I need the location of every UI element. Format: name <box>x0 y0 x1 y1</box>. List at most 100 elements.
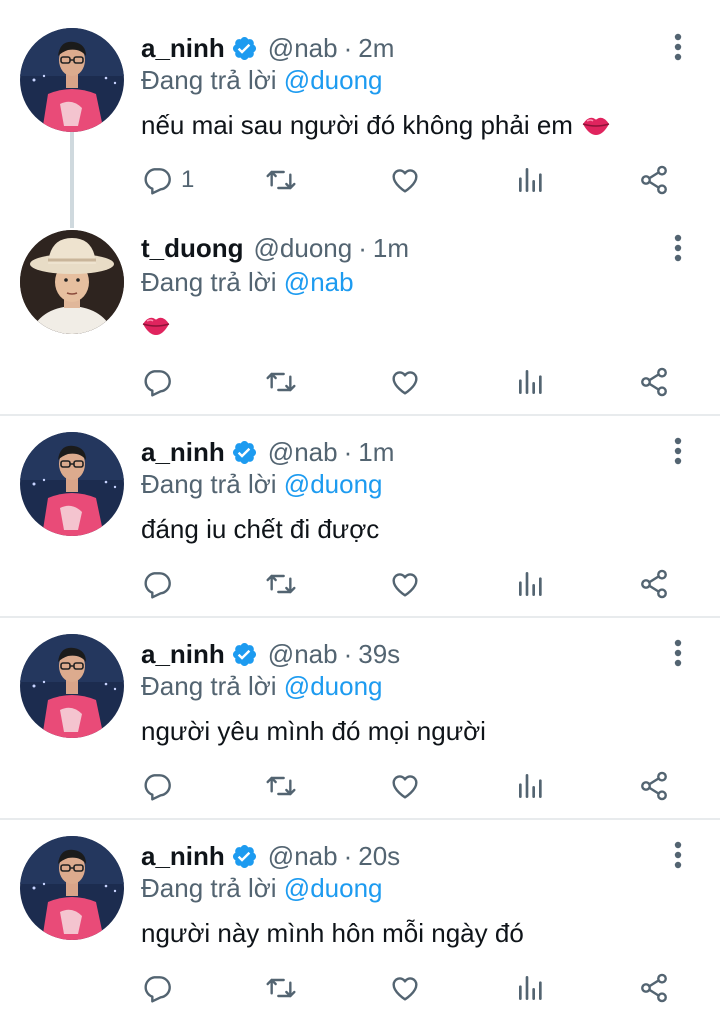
replying-to: Đang trả lời @duong <box>141 64 383 96</box>
share-button[interactable] <box>638 968 670 1008</box>
retweet-icon <box>265 366 297 398</box>
display-name[interactable]: a_ninh <box>141 639 225 670</box>
reply-icon <box>141 568 173 600</box>
verified-badge-icon <box>231 641 258 668</box>
timestamp[interactable]: 20s <box>358 841 400 872</box>
mention-link[interactable]: @duong <box>284 65 383 95</box>
mention-link[interactable]: @nab <box>284 267 354 297</box>
more-options-icon[interactable] <box>664 839 692 871</box>
retweet-button[interactable] <box>265 160 297 200</box>
tweet-1[interactable]: a_ninh @nab · 2m Đang trả lời @duong nếu… <box>0 0 720 212</box>
mention-link[interactable]: @duong <box>284 671 383 701</box>
replying-to: Đang trả lời @duong <box>141 872 383 904</box>
bar-chart-icon <box>515 568 547 600</box>
reply-button[interactable] <box>141 564 173 604</box>
share-icon <box>638 770 670 802</box>
handle[interactable]: @nab <box>268 437 338 468</box>
handle[interactable]: @nab <box>268 33 338 64</box>
reply-icon <box>141 366 173 398</box>
avatar[interactable] <box>20 432 124 536</box>
like-button[interactable] <box>389 362 421 402</box>
timestamp[interactable]: 1m <box>373 233 409 264</box>
more-options-icon[interactable] <box>664 31 692 63</box>
handle[interactable]: @duong <box>254 233 353 264</box>
share-icon <box>638 568 670 600</box>
tweet-header: a_ninh @nab · 1m <box>141 433 394 471</box>
share-icon <box>638 164 670 196</box>
more-options-icon[interactable] <box>664 232 692 264</box>
reply-button[interactable]: 1 <box>141 160 194 200</box>
replying-to: Đang trả lời @duong <box>141 468 383 500</box>
reply-button[interactable] <box>141 362 173 402</box>
reply-icon <box>141 164 173 196</box>
tweet-text-content: đáng iu chết đi được <box>141 514 380 544</box>
retweet-button[interactable] <box>265 362 297 402</box>
display-name[interactable]: a_ninh <box>141 437 225 468</box>
timestamp[interactable]: 1m <box>358 437 394 468</box>
tweet-5[interactable]: a_ninh @nab · 20s Đang trả lời @duong ng… <box>0 820 720 1016</box>
views-button[interactable] <box>515 362 547 402</box>
more-options-icon[interactable] <box>664 435 692 467</box>
tweet-text: đáng iu chết đi được <box>141 512 379 546</box>
retweet-icon <box>265 568 297 600</box>
heart-icon <box>389 568 421 600</box>
bar-chart-icon <box>515 972 547 1004</box>
separator-dot: · <box>343 32 353 63</box>
tweet-text: nếu mai sau người đó không phải em <box>141 108 611 142</box>
verified-badge-icon <box>231 439 258 466</box>
more-options-icon[interactable] <box>664 637 692 669</box>
verified-badge-icon <box>231 843 258 870</box>
like-button[interactable] <box>389 968 421 1008</box>
tweet-4[interactable]: a_ninh @nab · 39s Đang trả lời @duong ng… <box>0 618 720 818</box>
tweet-text <box>141 308 171 342</box>
mention-link[interactable]: @duong <box>284 873 383 903</box>
timestamp[interactable]: 2m <box>358 33 394 64</box>
replying-label: Đang trả lời <box>141 671 277 701</box>
tweet-header: a_ninh @nab · 39s <box>141 635 400 673</box>
mention-link[interactable]: @duong <box>284 469 383 499</box>
tweet-text-content: nếu mai sau người đó không phải em <box>141 110 573 140</box>
retweet-button[interactable] <box>265 564 297 604</box>
separator-dot: · <box>343 436 353 467</box>
retweet-button[interactable] <box>265 766 297 806</box>
share-icon <box>638 972 670 1004</box>
separator-dot: · <box>358 232 367 263</box>
display-name[interactable]: a_ninh <box>141 841 225 872</box>
reply-button[interactable] <box>141 766 173 806</box>
views-button[interactable] <box>515 160 547 200</box>
kiss-mark-icon <box>581 110 611 140</box>
tweet-header: a_ninh @nab · 2m <box>141 29 394 67</box>
display-name[interactable]: t_duong <box>141 233 244 264</box>
display-name[interactable]: a_ninh <box>141 33 225 64</box>
separator-dot: · <box>343 638 353 669</box>
replying-to: Đang trả lời @duong <box>141 670 383 702</box>
share-button[interactable] <box>638 160 670 200</box>
avatar[interactable] <box>20 634 124 738</box>
like-button[interactable] <box>389 766 421 806</box>
views-button[interactable] <box>515 564 547 604</box>
replying-label: Đang trả lời <box>141 469 277 499</box>
heart-icon <box>389 164 421 196</box>
handle[interactable]: @nab <box>268 841 338 872</box>
timestamp[interactable]: 39s <box>358 639 400 670</box>
avatar[interactable] <box>20 28 124 132</box>
avatar[interactable] <box>20 230 124 334</box>
like-button[interactable] <box>389 564 421 604</box>
reply-button[interactable] <box>141 968 173 1008</box>
tweet-3[interactable]: a_ninh @nab · 1m Đang trả lời @duong đán… <box>0 416 720 616</box>
share-button[interactable] <box>638 362 670 402</box>
tweet-text: người yêu mình đó mọi người <box>141 714 486 748</box>
share-button[interactable] <box>638 564 670 604</box>
views-button[interactable] <box>515 766 547 806</box>
avatar[interactable] <box>20 836 124 940</box>
bar-chart-icon <box>515 366 547 398</box>
tweet-2[interactable]: t_duong @duong · 1m Đang trả lời @nab <box>0 212 720 414</box>
reply-icon <box>141 972 173 1004</box>
share-button[interactable] <box>638 766 670 806</box>
heart-icon <box>389 366 421 398</box>
views-button[interactable] <box>515 968 547 1008</box>
like-button[interactable] <box>389 160 421 200</box>
handle[interactable]: @nab <box>268 639 338 670</box>
tweet-header: a_ninh @nab · 20s <box>141 837 400 875</box>
retweet-button[interactable] <box>265 968 297 1008</box>
